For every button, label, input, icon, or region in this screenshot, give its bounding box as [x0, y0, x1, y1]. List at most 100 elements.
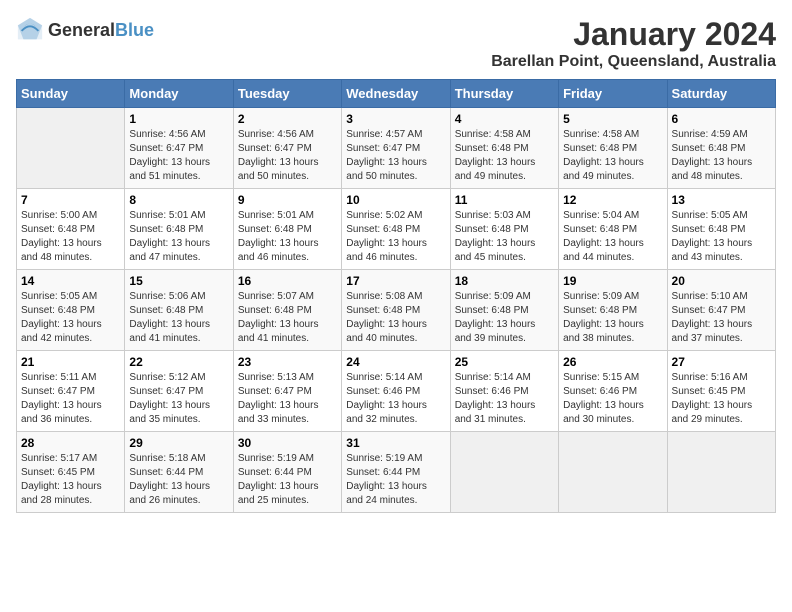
title-area: January 2024 Barellan Point, Queensland,…: [491, 16, 776, 71]
day-number: 3: [346, 112, 445, 126]
day-info: Sunrise: 5:13 AMSunset: 6:47 PMDaylight:…: [238, 371, 337, 427]
day-number: 29: [129, 436, 228, 450]
calendar-day-cell: 22 Sunrise: 5:12 AMSunset: 6:47 PMDayligh…: [125, 351, 233, 432]
day-number: 9: [238, 193, 337, 207]
calendar-day-cell: 25Sunrise: 5:14 AMSunset: 6:46 PMDayligh…: [450, 351, 558, 432]
calendar-day-cell: 27Sunrise: 5:16 AMSunset: 6:45 PMDayligh…: [667, 351, 775, 432]
day-number: 24: [346, 355, 445, 369]
day-info: Sunrise: 5:04 AMSunset: 6:48 PMDaylight:…: [563, 209, 662, 265]
day-info: Sunrise: 5:01 AMSunset: 6:48 PMDaylight:…: [129, 209, 228, 265]
calendar-week-row: 21Sunrise: 5:11 AMSunset: 6:47 PMDayligh…: [17, 351, 776, 432]
day-number: 17: [346, 274, 445, 288]
logo: General Blue: [16, 16, 154, 44]
calendar-day-cell: 30Sunrise: 5:19 AMSunset: 6:44 PMDayligh…: [233, 432, 341, 513]
weekday-header-cell: Saturday: [667, 80, 775, 108]
day-number: 18: [455, 274, 554, 288]
day-number: 31: [346, 436, 445, 450]
calendar-day-cell: 29 Sunrise: 5:18 AMSunset: 6:44 PMDayligh…: [125, 432, 233, 513]
day-info: Sunrise: 5:05 AMSunset: 6:48 PMDaylight:…: [21, 290, 120, 346]
weekday-header-cell: Tuesday: [233, 80, 341, 108]
day-number: 22: [129, 355, 228, 369]
calendar-day-cell: 4 Sunrise: 4:58 AMSunset: 6:48 PMDaylight…: [450, 108, 558, 189]
calendar-day-cell: 2 Sunrise: 4:56 AMSunset: 6:47 PMDaylight…: [233, 108, 341, 189]
logo-icon: [16, 16, 44, 44]
calendar-table: SundayMondayTuesdayWednesdayThursdayFrid…: [16, 79, 776, 513]
day-number: 11: [455, 193, 554, 207]
logo-blue: Blue: [115, 20, 154, 41]
day-info: Sunrise: 4:56 AMSunset: 6:47 PMDaylight:…: [238, 128, 337, 184]
day-info: Sunrise: 4:57 AMSunset: 6:47 PMDaylight:…: [346, 128, 445, 184]
weekday-header-cell: Monday: [125, 80, 233, 108]
calendar-day-cell: 24Sunrise: 5:14 AMSunset: 6:46 PMDayligh…: [342, 351, 450, 432]
day-number: 20: [672, 274, 771, 288]
day-number: 21: [21, 355, 120, 369]
day-number: 23: [238, 355, 337, 369]
calendar-day-cell: 10 Sunrise: 5:02 AMSunset: 6:48 PMDayligh…: [342, 189, 450, 270]
weekday-header-cell: Wednesday: [342, 80, 450, 108]
calendar-day-cell: 23 Sunrise: 5:13 AMSunset: 6:47 PMDayligh…: [233, 351, 341, 432]
calendar-week-row: 14Sunrise: 5:05 AMSunset: 6:48 PMDayligh…: [17, 270, 776, 351]
calendar-day-cell: 31Sunrise: 5:19 AMSunset: 6:44 PMDayligh…: [342, 432, 450, 513]
day-number: 26: [563, 355, 662, 369]
calendar-day-cell: 9 Sunrise: 5:01 AMSunset: 6:48 PMDaylight…: [233, 189, 341, 270]
calendar-day-cell: 17Sunrise: 5:08 AMSunset: 6:48 PMDayligh…: [342, 270, 450, 351]
day-info: Sunrise: 5:15 AMSunset: 6:46 PMDaylight:…: [563, 371, 662, 427]
calendar-day-cell: 14Sunrise: 5:05 AMSunset: 6:48 PMDayligh…: [17, 270, 125, 351]
day-number: 28: [21, 436, 120, 450]
subtitle: Barellan Point, Queensland, Australia: [491, 53, 776, 71]
day-info: Sunrise: 5:07 AMSunset: 6:48 PMDaylight:…: [238, 290, 337, 346]
day-number: 19: [563, 274, 662, 288]
day-info: Sunrise: 5:09 AMSunset: 6:48 PMDaylight:…: [455, 290, 554, 346]
calendar-day-cell: 26 Sunrise: 5:15 AMSunset: 6:46 PMDayligh…: [559, 351, 667, 432]
day-number: 2: [238, 112, 337, 126]
weekday-header-row: SundayMondayTuesdayWednesdayThursdayFrid…: [17, 80, 776, 108]
day-number: 15: [129, 274, 228, 288]
day-info: Sunrise: 4:56 AMSunset: 6:47 PMDaylight:…: [129, 128, 228, 184]
calendar-day-cell: 19 Sunrise: 5:09 AMSunset: 6:48 PMDayligh…: [559, 270, 667, 351]
calendar-body: 1Sunrise: 4:56 AMSunset: 6:47 PMDaylight…: [17, 108, 776, 513]
calendar-day-cell: 15 Sunrise: 5:06 AMSunset: 6:48 PMDayligh…: [125, 270, 233, 351]
calendar-day-cell: 5 Sunrise: 4:58 AMSunset: 6:48 PMDaylight…: [559, 108, 667, 189]
day-info: Sunrise: 5:05 AMSunset: 6:48 PMDaylight:…: [672, 209, 771, 265]
day-info: Sunrise: 5:01 AMSunset: 6:48 PMDaylight:…: [238, 209, 337, 265]
day-number: 16: [238, 274, 337, 288]
calendar-day-cell: 12 Sunrise: 5:04 AMSunset: 6:48 PMDayligh…: [559, 189, 667, 270]
calendar-day-cell: 16 Sunrise: 5:07 AMSunset: 6:48 PMDayligh…: [233, 270, 341, 351]
calendar-day-cell: 8 Sunrise: 5:01 AMSunset: 6:48 PMDaylight…: [125, 189, 233, 270]
calendar-day-cell: 7 Sunrise: 5:00 AMSunset: 6:48 PMDaylight…: [17, 189, 125, 270]
calendar-week-row: 28Sunrise: 5:17 AMSunset: 6:45 PMDayligh…: [17, 432, 776, 513]
day-number: 4: [455, 112, 554, 126]
day-info: Sunrise: 4:58 AMSunset: 6:48 PMDaylight:…: [563, 128, 662, 184]
day-info: Sunrise: 5:12 AMSunset: 6:47 PMDaylight:…: [129, 371, 228, 427]
day-info: Sunrise: 5:18 AMSunset: 6:44 PMDaylight:…: [129, 452, 228, 508]
day-info: Sunrise: 4:58 AMSunset: 6:48 PMDaylight:…: [455, 128, 554, 184]
day-info: Sunrise: 5:09 AMSunset: 6:48 PMDaylight:…: [563, 290, 662, 346]
day-number: 12: [563, 193, 662, 207]
weekday-header-cell: Sunday: [17, 80, 125, 108]
day-info: Sunrise: 4:59 AMSunset: 6:48 PMDaylight:…: [672, 128, 771, 184]
calendar-day-cell: 20 Sunrise: 5:10 AMSunset: 6:47 PMDayligh…: [667, 270, 775, 351]
day-info: Sunrise: 5:14 AMSunset: 6:46 PMDaylight:…: [455, 371, 554, 427]
day-number: 7: [21, 193, 120, 207]
day-number: 10: [346, 193, 445, 207]
calendar-day-cell: [17, 108, 125, 189]
day-number: 5: [563, 112, 662, 126]
day-info: Sunrise: 5:00 AMSunset: 6:48 PMDaylight:…: [21, 209, 120, 265]
day-info: Sunrise: 5:19 AMSunset: 6:44 PMDaylight:…: [238, 452, 337, 508]
day-number: 8: [129, 193, 228, 207]
header: General Blue January 2024 Barellan Point…: [16, 16, 776, 71]
calendar-day-cell: 6 Sunrise: 4:59 AMSunset: 6:48 PMDaylight…: [667, 108, 775, 189]
calendar-day-cell: 11Sunrise: 5:03 AMSunset: 6:48 PMDayligh…: [450, 189, 558, 270]
calendar-day-cell: [667, 432, 775, 513]
calendar-week-row: 1Sunrise: 4:56 AMSunset: 6:47 PMDaylight…: [17, 108, 776, 189]
day-info: Sunrise: 5:10 AMSunset: 6:47 PMDaylight:…: [672, 290, 771, 346]
day-number: 6: [672, 112, 771, 126]
day-info: Sunrise: 5:02 AMSunset: 6:48 PMDaylight:…: [346, 209, 445, 265]
weekday-header-cell: Friday: [559, 80, 667, 108]
calendar-day-cell: 1Sunrise: 4:56 AMSunset: 6:47 PMDaylight…: [125, 108, 233, 189]
calendar-day-cell: [559, 432, 667, 513]
calendar-day-cell: 13Sunrise: 5:05 AMSunset: 6:48 PMDayligh…: [667, 189, 775, 270]
day-info: Sunrise: 5:06 AMSunset: 6:48 PMDaylight:…: [129, 290, 228, 346]
calendar-week-row: 7 Sunrise: 5:00 AMSunset: 6:48 PMDaylight…: [17, 189, 776, 270]
logo-general: General: [48, 20, 115, 41]
